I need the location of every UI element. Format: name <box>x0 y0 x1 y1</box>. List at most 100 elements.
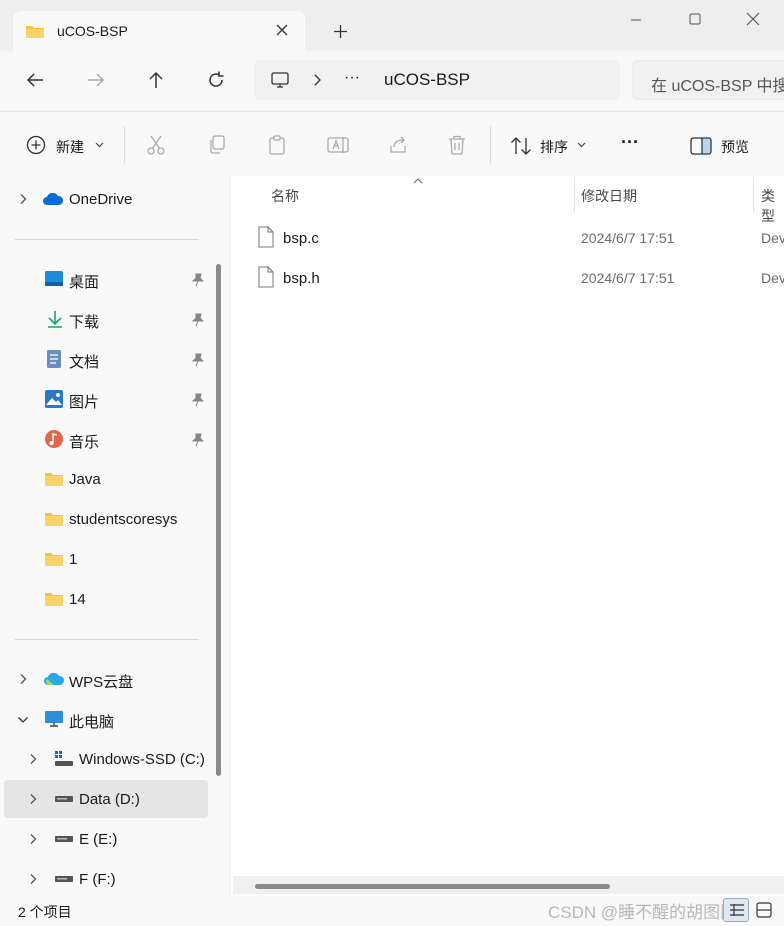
breadcrumb-overflow[interactable]: ··· <box>344 69 360 87</box>
this-pc-icon[interactable] <box>270 70 290 90</box>
sidebar-item-drive-e[interactable]: E (E:) <box>4 820 208 858</box>
sidebar-item-label: 图片 <box>69 394 100 411</box>
delete-icon[interactable] <box>447 134 467 156</box>
file-name: bsp.c <box>283 230 319 247</box>
pin-icon[interactable] <box>192 393 204 407</box>
chevron-down-icon[interactable] <box>17 715 29 725</box>
tab-ucos-bsp[interactable]: uCOS-BSP <box>13 11 305 52</box>
rename-icon[interactable] <box>327 134 349 156</box>
table-row[interactable]: bsp.h 2024/6/7 17:51 Dev-C++ <box>231 258 784 298</box>
onedrive-cloud-icon <box>42 191 64 207</box>
chevron-right-icon[interactable] <box>28 753 38 765</box>
new-button[interactable]: 新建 <box>18 128 110 162</box>
sidebar-item-downloads[interactable]: 下载 <box>4 300 208 338</box>
sidebar-item-label: 下载 <box>69 314 100 331</box>
up-arrow-icon[interactable] <box>146 70 166 90</box>
file-list: 名称 修改日期 类型 bsp.c 2024/6/7 17:51 Dev-C++ … <box>231 176 784 896</box>
preview-label: 预览 <box>721 139 749 155</box>
search-box[interactable]: 在 uCOS-BSP 中搜索 <box>632 60 784 100</box>
new-tab-button[interactable] <box>333 24 348 39</box>
forward-arrow-icon[interactable] <box>86 70 106 90</box>
refresh-icon[interactable] <box>206 70 226 90</box>
item-count: 2 个项目 <box>18 904 72 920</box>
column-header-name[interactable]: 名称 <box>271 186 299 206</box>
sidebar-item-drive-c[interactable]: Windows-SSD (C:) <box>4 740 208 778</box>
navigation-row: ··· uCOS-BSP 在 uCOS-BSP 中搜索 <box>0 52 784 110</box>
chevron-down-icon <box>577 141 586 149</box>
wps-cloud-icon <box>43 671 65 687</box>
sidebar-scrollbar[interactable] <box>216 264 221 776</box>
drive-icon <box>54 794 74 804</box>
sidebar-item-this-pc[interactable]: 此电脑 <box>4 700 208 738</box>
minimize-icon[interactable] <box>626 12 646 28</box>
share-icon[interactable] <box>387 134 409 156</box>
chevron-right-icon[interactable] <box>28 793 38 805</box>
computer-icon <box>44 710 64 728</box>
sort-button[interactable]: 排序 <box>504 128 592 162</box>
chevron-right-icon[interactable] <box>18 193 28 205</box>
preview-pane-icon <box>690 137 712 155</box>
close-tab-icon[interactable] <box>275 23 289 37</box>
sidebar-item-label: WPS云盘 <box>69 674 134 691</box>
pin-icon[interactable] <box>192 353 204 367</box>
chevron-right-icon[interactable] <box>28 833 38 845</box>
desktop-icon <box>44 270 64 288</box>
sidebar-item-studentscoresys[interactable]: studentscoresys <box>4 500 208 538</box>
chevron-down-icon <box>95 141 104 149</box>
column-separator[interactable] <box>574 178 575 212</box>
download-icon <box>46 309 64 329</box>
sidebar-item-music[interactable]: 音乐 <box>4 420 208 458</box>
sidebar-item-label: Java <box>69 471 101 488</box>
new-label: 新建 <box>56 139 84 155</box>
folder-icon <box>44 551 64 567</box>
navigation-pane: OneDrive 桌面 下载 文档 图片 音乐 Java studentscor… <box>0 176 230 896</box>
title-bar: uCOS-BSP <box>0 0 784 52</box>
pin-icon[interactable] <box>192 433 204 447</box>
pin-icon[interactable] <box>192 273 204 287</box>
sidebar-item-label: studentscoresys <box>69 511 178 528</box>
sidebar-item-desktop[interactable]: 桌面 <box>4 260 208 298</box>
file-name: bsp.h <box>283 270 320 287</box>
copy-icon[interactable] <box>207 134 227 156</box>
close-icon[interactable] <box>743 12 763 28</box>
file-icon <box>258 226 274 248</box>
sidebar-item-drive-f[interactable]: F (F:) <box>4 860 208 898</box>
sidebar-item-label: 此电脑 <box>69 714 115 731</box>
sidebar-item-java[interactable]: Java <box>4 460 208 498</box>
horizontal-scrollbar-thumb[interactable] <box>255 884 610 889</box>
sidebar-item-onedrive[interactable]: OneDrive <box>4 180 208 218</box>
paste-icon[interactable] <box>267 134 287 156</box>
column-separator[interactable] <box>753 178 754 212</box>
document-icon <box>46 349 62 369</box>
pin-icon[interactable] <box>192 313 204 327</box>
sidebar-item-wps-cloud[interactable]: WPS云盘 <box>4 660 208 698</box>
status-bar: 2 个项目 CSDN @睡不醒的胡图图 <box>0 896 784 926</box>
address-bar[interactable]: ··· uCOS-BSP <box>254 60 620 100</box>
tiles-view-icon[interactable] <box>756 902 772 918</box>
back-arrow-icon[interactable] <box>25 70 45 90</box>
file-type: Dev-C++ <box>761 230 784 246</box>
drive-icon <box>54 834 74 844</box>
sidebar-item-1[interactable]: 1 <box>4 540 208 578</box>
toolbar-divider <box>490 126 491 164</box>
sidebar-item-documents[interactable]: 文档 <box>4 340 208 378</box>
sidebar-item-drive-d[interactable]: Data (D:) <box>4 780 208 818</box>
sidebar-item-pictures[interactable]: 图片 <box>4 380 208 418</box>
column-header-date[interactable]: 修改日期 <box>581 186 637 206</box>
table-row[interactable]: bsp.c 2024/6/7 17:51 Dev-C++ <box>231 218 784 258</box>
breadcrumb-current[interactable]: uCOS-BSP <box>384 70 470 90</box>
sidebar-item-label: F (F:) <box>79 871 116 888</box>
more-options-icon[interactable]: ··· <box>621 132 639 153</box>
cut-icon[interactable] <box>146 134 166 156</box>
maximize-icon[interactable] <box>685 12 705 28</box>
breadcrumb-chevron-icon[interactable] <box>312 73 322 87</box>
sidebar-divider <box>15 239 199 240</box>
folder-icon <box>44 591 64 607</box>
sidebar-item-label: 桌面 <box>69 274 100 291</box>
details-view-button[interactable] <box>723 898 749 922</box>
sidebar-item-label: 1 <box>69 551 78 568</box>
sidebar-item-14[interactable]: 14 <box>4 580 208 618</box>
chevron-right-icon[interactable] <box>28 873 38 885</box>
preview-button[interactable]: 预览 <box>684 128 764 162</box>
chevron-right-icon[interactable] <box>18 673 28 685</box>
